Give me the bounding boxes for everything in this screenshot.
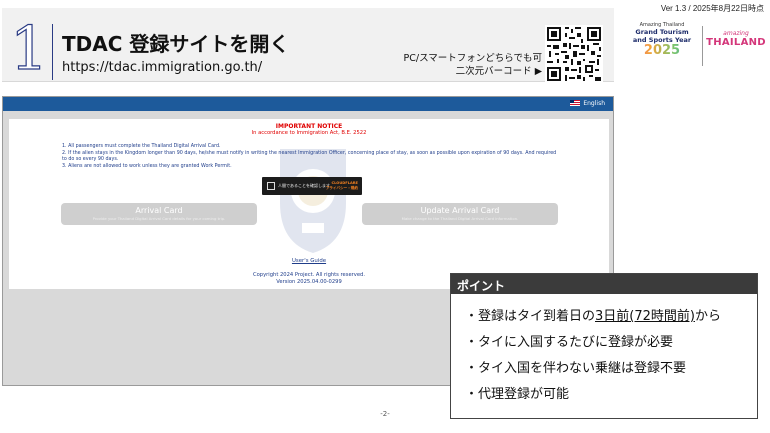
cloudflare-brand: CLOUDFLARE プライバシー・規約 xyxy=(326,181,358,191)
site-content: IMPORTANT NOTICE In accordance to Immigr… xyxy=(9,119,609,289)
rule-item: 3. Aliens are not allowed to work unless… xyxy=(62,163,232,169)
logo-grand-line1: Grand Tourism xyxy=(635,28,689,36)
site-topbar: English xyxy=(3,97,613,111)
language-label: English xyxy=(583,100,605,107)
rule-item: 1. All passengers must complete the Thai… xyxy=(62,144,221,149)
notice-title: IMPORTANT NOTICE xyxy=(275,123,343,130)
point-item-pre: ・登録はタイ到着日の xyxy=(465,309,596,324)
update-card-title: Update Arrival Card xyxy=(420,206,500,215)
qr-caption: PC/スマートフォンどちらでも可 二次元バーコード ▶ xyxy=(387,52,543,78)
amazing-thailand-logo: Amazing Thailand Grand Tourism and Sport… xyxy=(622,22,768,72)
step-header: 1 TDAC 登録サイトを開く https://tdac.immigration… xyxy=(2,8,614,84)
thailand-logo: amazing THAILAND xyxy=(706,30,766,48)
logo-thailand: THAILAND xyxy=(706,37,766,48)
step-title: TDAC 登録サイトを開く xyxy=(62,32,290,56)
captcha-label: 人間であることを確認します xyxy=(278,183,330,188)
notice-subtitle: In accordance to Immigration Act, B.E. 2… xyxy=(251,130,367,136)
point-item-post: から xyxy=(694,309,721,324)
page-number: -2- xyxy=(380,410,390,418)
logo-amazing-script: amazing xyxy=(723,30,749,37)
users-guide-link[interactable]: User's Guide xyxy=(9,258,609,264)
point-item-highlight: 3日前(72時間前) xyxy=(595,309,695,324)
point-item: ・代理登録が可能 xyxy=(465,387,570,402)
step-number: 1 xyxy=(9,14,49,84)
point-item: ・登録はタイ到着日の3日前(72時間前)から xyxy=(465,304,757,330)
update-card-desc: Make change to the Thailand Digital Arri… xyxy=(401,216,519,221)
update-arrival-card-button[interactable]: Update Arrival Card Make change to the T… xyxy=(362,203,558,225)
points-heading: ポイント xyxy=(451,274,757,294)
logo-year: 2025 xyxy=(626,44,698,58)
logo-separator xyxy=(702,26,703,66)
point-item: ・タイ入国を伴わない乗継は登録不要 xyxy=(465,361,687,376)
qr-code-icon[interactable] xyxy=(545,25,603,83)
notice-rules: 1. All passengers must complete the Thai… xyxy=(62,144,562,170)
version-label: Ver 1.3 / 2025年8月22日時点 xyxy=(660,4,764,13)
points-box: ポイント ・登録はタイ到着日の3日前(72時間前)から ・タイに入国するたびに登… xyxy=(450,273,758,419)
arrival-card-button[interactable]: Arrival Card Provide your Thailand Digit… xyxy=(61,203,257,225)
point-item: ・タイに入国するたびに登録が必要 xyxy=(465,335,674,350)
captcha-widget: 人間であることを確認します CLOUDFLARE プライバシー・規約 xyxy=(262,177,362,195)
language-selector[interactable]: English xyxy=(570,100,605,107)
us-flag-icon xyxy=(570,100,581,106)
arrival-card-title: Arrival Card xyxy=(135,206,183,215)
qr-caption-line1: PC/スマートフォンどちらでも可 xyxy=(403,53,543,64)
cloudflare-terms-link[interactable]: プライバシー・規約 xyxy=(326,186,358,191)
points-list: ・登録はタイ到着日の3日前(72時間前)から ・タイに入国するたびに登録が必要 … xyxy=(451,294,757,408)
rule-item: 2. If the alien stays in the Kingdom lon… xyxy=(62,150,557,163)
grand-tourism-logo: Amazing Thailand Grand Tourism and Sport… xyxy=(626,22,698,58)
arrival-card-desc: Provide your Thailand Digital Arrival Ca… xyxy=(92,216,226,221)
step-divider xyxy=(52,24,53,80)
site-url: https://tdac.immigration.go.th/ xyxy=(62,60,263,75)
qr-caption-line2: 二次元バーコード ▶ xyxy=(455,66,542,77)
captcha-checkbox[interactable] xyxy=(267,182,275,190)
